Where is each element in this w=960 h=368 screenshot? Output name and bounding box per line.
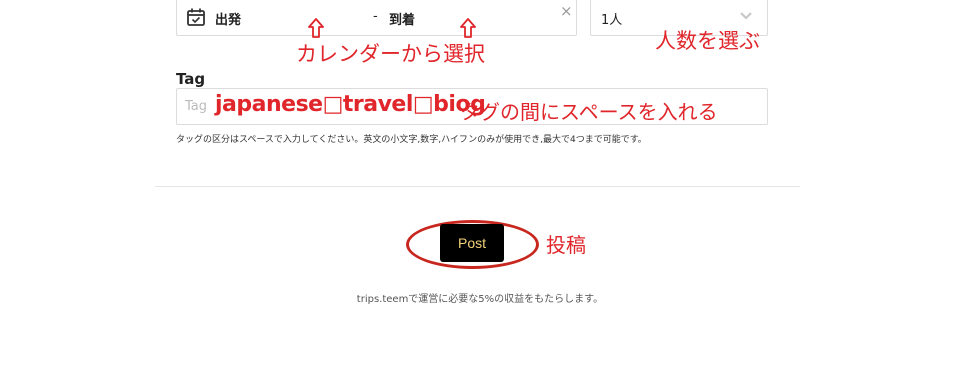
- depart-date-label[interactable]: 出発: [215, 9, 241, 28]
- tag-placeholder: Tag: [185, 99, 208, 114]
- tag-input-value[interactable]: japanese□travel□biog: [215, 92, 486, 117]
- tag-hint: タッグの区分はスペースで入力してください。英文の小文字,数字,ハイフンのみが使用…: [176, 135, 647, 145]
- clear-dates-button[interactable]: ×: [560, 4, 573, 19]
- section-divider: [155, 186, 800, 187]
- tag-label: Tag: [176, 70, 206, 88]
- tag-input[interactable]: Tag japanese□travel□biog タグの間にスペースを入れる: [176, 88, 768, 125]
- calendar-icon: [187, 8, 205, 26]
- footer-note: trips.teemで運営に必要な5%の収益をもたらします。: [356, 294, 604, 305]
- post-button[interactable]: Post: [440, 224, 504, 262]
- calendar-annotation: カレンダーから選択: [296, 42, 485, 66]
- date-separator: -: [373, 9, 378, 24]
- people-annotation: 人数を選ぶ: [655, 29, 760, 53]
- chevron-down-icon: [740, 12, 752, 20]
- up-arrow-annotation-icon: [460, 18, 476, 38]
- up-arrow-annotation-icon: [308, 18, 324, 38]
- post-annotation: 投稿: [546, 233, 586, 257]
- arrive-date-label[interactable]: 到着: [389, 9, 415, 28]
- date-range-field[interactable]: 出発 - 到着 ×: [176, 0, 577, 36]
- tag-spacing-annotation: タグの間にスペースを入れる: [460, 100, 718, 124]
- people-selected-value: 1人: [601, 13, 623, 28]
